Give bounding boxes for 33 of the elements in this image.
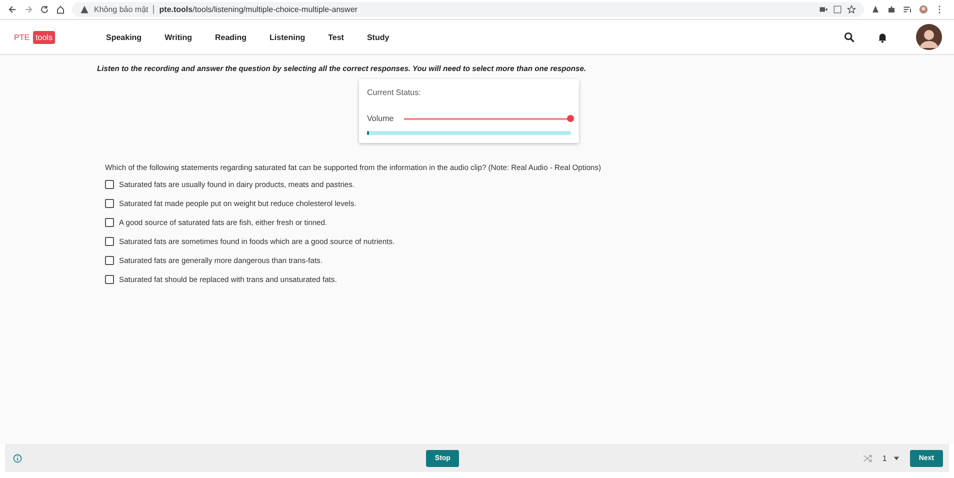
nav-link[interactable]: Reading — [214, 32, 247, 42]
status-title: Current Status: — [367, 88, 422, 97]
volume-label: Volume — [367, 114, 394, 123]
back-icon[interactable] — [8, 5, 17, 14]
page-select[interactable]: 1 — [882, 454, 900, 462]
bell-icon[interactable] — [877, 32, 888, 42]
nav-link[interactable]: Listening — [270, 32, 306, 42]
search-icon[interactable] — [844, 32, 855, 42]
url-text: pte.tools/tools/listening/multiple-choice-multiple-answer — [159, 5, 358, 14]
nav-link[interactable]: Writing — [164, 32, 192, 42]
checkbox[interactable] — [105, 275, 114, 284]
camera-icon[interactable] — [819, 5, 828, 14]
nav-link[interactable]: Speaking — [106, 32, 142, 42]
logo-badge[interactable]: tools — [32, 30, 56, 44]
reading-list-icon[interactable] — [903, 5, 912, 14]
warning-icon — [80, 5, 89, 14]
logo-text[interactable]: PTE — [14, 32, 30, 42]
star-icon[interactable] — [847, 5, 856, 14]
reload-icon[interactable] — [40, 5, 49, 14]
profile-icon[interactable] — [919, 5, 928, 14]
checkbox[interactable] — [105, 237, 114, 246]
security-label: Không bảo mật — [94, 5, 148, 14]
info-icon[interactable] — [13, 454, 22, 462]
nav-link[interactable]: Test — [328, 32, 344, 42]
checkbox[interactable] — [105, 256, 114, 265]
avatar-icon[interactable] — [916, 24, 942, 50]
home-icon[interactable] — [56, 5, 65, 14]
checkbox[interactable] — [105, 199, 114, 208]
caret-icon — [892, 454, 900, 462]
nav-link[interactable]: Study — [366, 32, 390, 42]
address-bar[interactable]: Không bảo mật pte.tools/tools/listening/multiple-choice-multiple-answer — [72, 2, 864, 17]
checkbox[interactable] — [105, 180, 114, 189]
checkbox[interactable] — [105, 218, 114, 227]
